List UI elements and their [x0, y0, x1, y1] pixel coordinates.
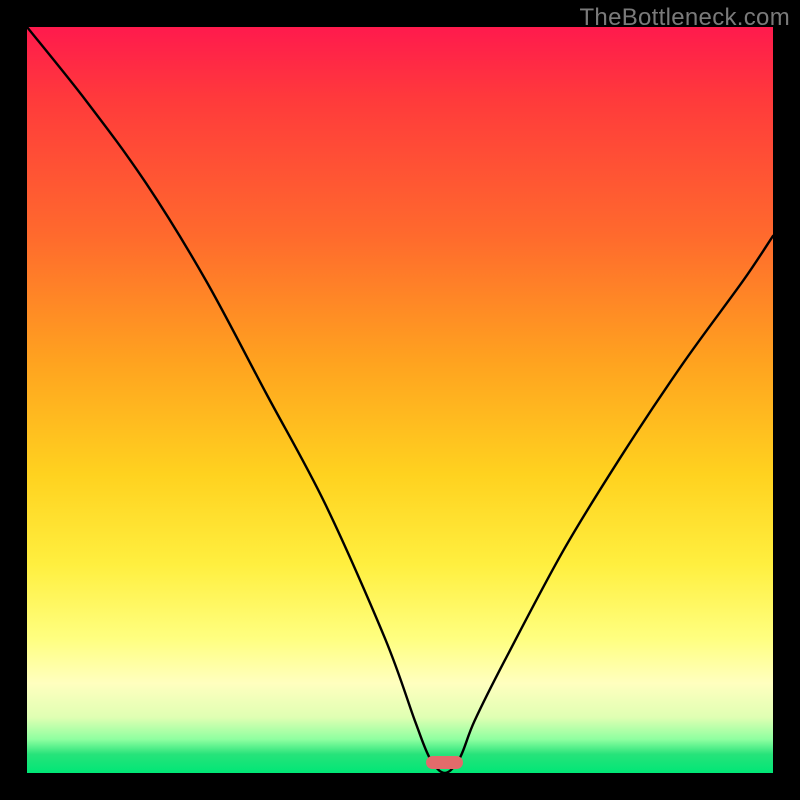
- optimal-marker: [426, 756, 463, 769]
- chart-frame: TheBottleneck.com: [0, 0, 800, 800]
- plot-area: [27, 27, 773, 773]
- watermark-text: TheBottleneck.com: [579, 4, 790, 32]
